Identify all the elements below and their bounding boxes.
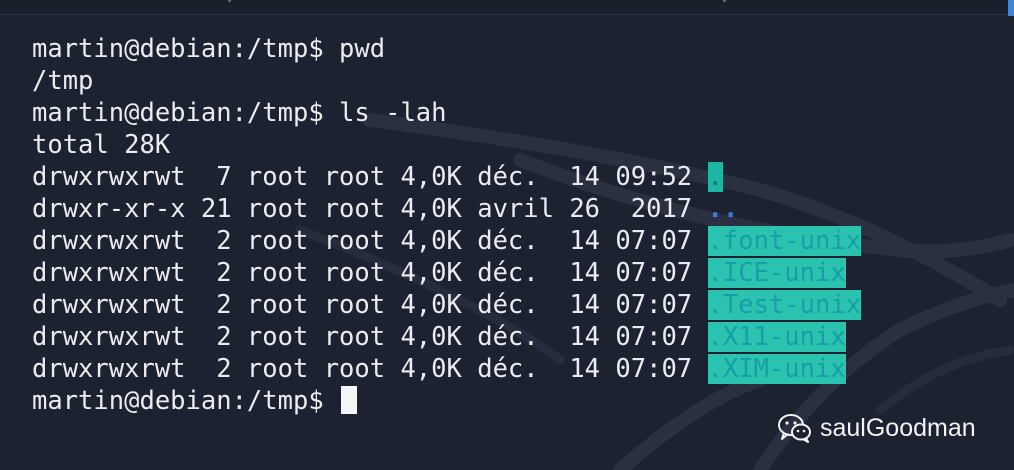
text-cursor[interactable] xyxy=(341,386,358,414)
listing-row: drwxrwxrwt 7 root root 4,0K déc. 14 09:5… xyxy=(32,161,1002,193)
watermark: saulGoodman xyxy=(778,410,976,446)
listing-meta: drwxrwxrwt 7 root root 4,0K déc. 14 09:5… xyxy=(32,162,708,192)
terminal-output: martin@debian:/tmp$ pwd /tmp martin@debi… xyxy=(32,33,1002,417)
listing-meta: drwxrwxrwt 2 root root 4,0K déc. 14 07:0… xyxy=(32,290,708,320)
listing-row: drwxrwxrwt 2 root root 4,0K déc. 14 07:0… xyxy=(32,289,1002,321)
listing-row: drwxr-xr-x 21 root root 4,0K avril 26 20… xyxy=(32,193,1002,225)
listing-name: .. xyxy=(707,194,739,224)
listing-name: . xyxy=(707,162,723,192)
terminal-window[interactable]: martin@debian:/tmp$ pwd /tmp martin@debi… xyxy=(0,0,1014,470)
output-line: total 28K xyxy=(32,130,171,160)
scrollbar-indicator[interactable] xyxy=(1008,0,1014,16)
listing-meta: drwxrwxrwt 2 root root 4,0K déc. 14 07:0… xyxy=(32,322,708,352)
listing-row: drwxrwxrwt 2 root root 4,0K déc. 14 07:0… xyxy=(32,353,1002,385)
wechat-icon xyxy=(778,414,811,443)
listing-meta: drwxr-xr-x 21 root root 4,0K avril 26 20… xyxy=(32,194,708,224)
listing-meta: drwxrwxrwt 2 root root 4,0K déc. 14 07:0… xyxy=(32,258,708,288)
listing-meta: drwxrwxrwt 2 root root 4,0K déc. 14 07:0… xyxy=(32,226,708,256)
listing-name: .font-unix xyxy=(707,226,862,256)
listing-row: drwxrwxrwt 2 root root 4,0K déc. 14 07:0… xyxy=(32,321,1002,353)
watermark-text: saulGoodman xyxy=(820,413,976,442)
command-line: martin@debian:/tmp$ ls -lah xyxy=(32,98,447,128)
command-line: martin@debian:/tmp$ pwd xyxy=(32,34,386,64)
listing-row: drwxrwxrwt 2 root root 4,0K déc. 14 07:0… xyxy=(32,257,1002,289)
listing-row: drwxrwxrwt 2 root root 4,0K déc. 14 07:0… xyxy=(32,225,1002,257)
title-bar-edge xyxy=(0,0,1014,15)
listing-name: .Test-unix xyxy=(707,290,862,320)
listing-name: .X11-unix xyxy=(707,322,846,352)
listing-meta: drwxrwxrwt 2 root root 4,0K déc. 14 07:0… xyxy=(32,354,708,384)
listing-name: .XIM-unix xyxy=(707,354,846,384)
output-line: /tmp xyxy=(32,66,94,96)
prompt: martin@debian:/tmp$ xyxy=(32,386,340,416)
listing-name: .ICE-unix xyxy=(707,258,846,288)
